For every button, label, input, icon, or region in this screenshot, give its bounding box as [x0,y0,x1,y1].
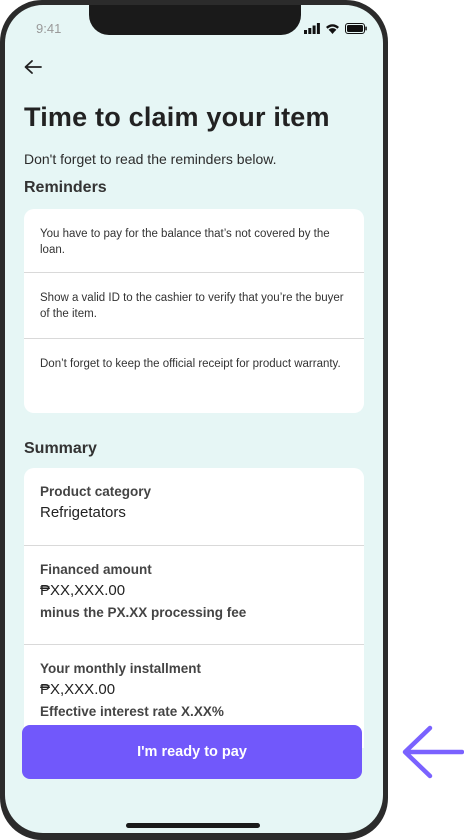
reminders-card: You have to pay for the balance that’s n… [24,209,364,413]
product-category-label: Product category [40,484,152,499]
wifi-icon [325,21,340,39]
battery-icon [345,21,367,39]
arrow-left-icon [400,722,465,787]
monthly-installment-label: Your monthly installment [40,661,202,676]
processing-fee-note: minus the PX.XX processing fee [40,605,247,620]
summary-financed: Financed amount ₱XX,XXX.00 minus the PX.… [24,546,364,645]
page-title: Time to claim your item [24,102,330,132]
summary-product: Product category Refrigetators [24,468,364,546]
notch [89,5,301,35]
reminder-item: Show a valid ID to the cashier to verify… [24,273,364,339]
product-category-value: Refrigetators [40,504,126,521]
home-indicator [126,823,260,828]
summary-installment: Your monthly installment ₱X,XXX.00 Effec… [24,645,364,735]
page-subtitle: Don't forget to read the reminders below… [24,151,277,167]
monthly-installment-value: ₱X,XXX.00 [40,681,116,698]
interest-rate-note: Effective interest rate X.XX% [40,704,224,719]
financed-amount-value: ₱XX,XXX.00 [40,582,126,599]
summary-heading: Summary [24,440,97,457]
arrow-left-icon [23,59,43,80]
status-icons [304,21,367,39]
phone-frame: 9:41 Time to claim your item Don't forge… [0,0,388,840]
reminders-heading: Reminders [24,179,107,196]
reminder-item: You have to pay for the balance that’s n… [24,209,364,273]
signal-icon [304,21,320,39]
reminder-item: Don’t forget to keep the official receip… [40,358,341,370]
summary-card: Product category Refrigetators Financed … [24,468,364,748]
status-time: 9:41 [36,21,62,36]
financed-amount-label: Financed amount [40,562,152,577]
screen: 9:41 Time to claim your item Don't forge… [5,5,383,833]
ready-to-pay-button[interactable]: I'm ready to pay [22,725,362,779]
back-button[interactable] [19,57,47,81]
